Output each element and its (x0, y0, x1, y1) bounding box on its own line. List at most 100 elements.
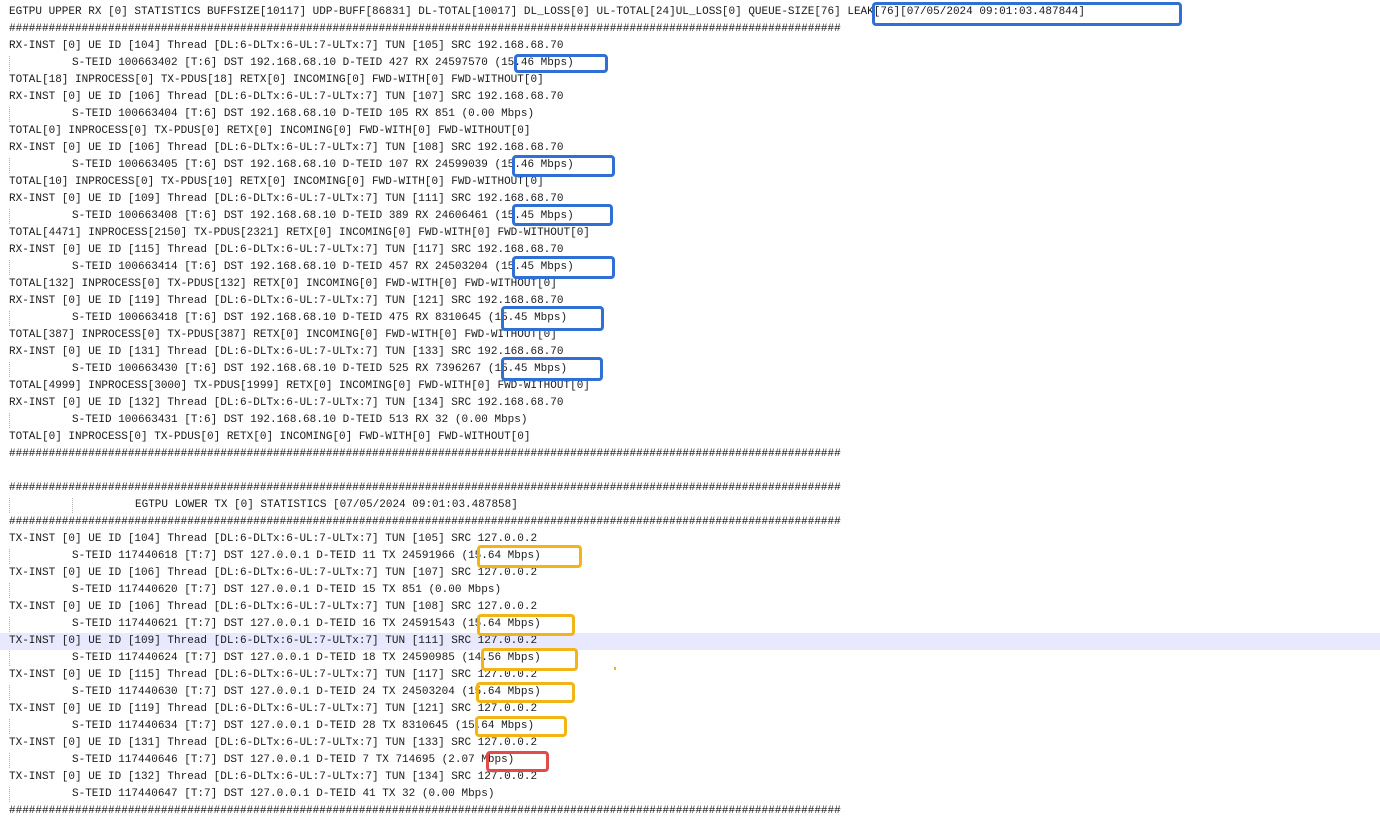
log-line-text: TX-INST [0] UE ID [132] Thread [DL:6-DLT… (9, 771, 538, 783)
log-line-text: TX-INST [0] UE ID [106] Thread [DL:6-DLT… (9, 567, 538, 579)
log-line-text: S-TEID 100663414 [T:6] DST 192.168.68.10… (72, 261, 574, 273)
log-line-s-teid: S-TEID 100663418 [T:6] DST 192.168.68.10… (0, 310, 1380, 327)
log-line-text: TOTAL[0] INPROCESS[0] TX-PDUS[0] RETX[0]… (9, 125, 531, 137)
log-line-total: TOTAL[132] INPROCESS[0] TX-PDUS[132] RET… (0, 276, 1380, 293)
highlight-box-leak (872, 2, 1182, 26)
highlight-box-rx-rate (512, 256, 615, 279)
log-line-text: TOTAL[4471] INPROCESS[2150] TX-PDUS[2321… (9, 227, 590, 239)
log-line-text: TOTAL[387] INPROCESS[0] TX-PDUS[387] RET… (9, 329, 557, 341)
log-line-text: EGTPU LOWER TX [0] STATISTICS [07/05/202… (135, 499, 518, 511)
log-line-separator: ########################################… (0, 514, 1380, 531)
log-line-text: S-TEID 117440624 [T:7] DST 127.0.0.1 D-T… (72, 652, 541, 664)
log-line-text: TOTAL[132] INPROCESS[0] TX-PDUS[132] RET… (9, 278, 557, 290)
log-line-s-teid: S-TEID 100663405 [T:6] DST 192.168.68.10… (0, 157, 1380, 174)
log-line-s-teid: S-TEID 100663430 [T:6] DST 192.168.68.10… (0, 361, 1380, 378)
log-line-rx-inst: RX-INST [0] UE ID [115] Thread [DL:6-DLT… (0, 242, 1380, 259)
highlight-box-tx-rate (477, 545, 582, 568)
log-line-total: TOTAL[18] INPROCESS[0] TX-PDUS[18] RETX[… (0, 72, 1380, 89)
log-line-text: S-TEID 117440620 [T:7] DST 127.0.0.1 D-T… (72, 584, 502, 596)
log-line-separator: ########################################… (0, 446, 1380, 463)
log-line-total: TOTAL[387] INPROCESS[0] TX-PDUS[387] RET… (0, 327, 1380, 344)
highlight-box-tx-rate (476, 682, 575, 703)
log-line-text: TX-INST [0] UE ID [104] Thread [DL:6-DLT… (9, 533, 538, 545)
log-line-lower-header: EGTPU LOWER TX [0] STATISTICS [07/05/202… (0, 497, 1380, 514)
log-line-text: RX-INST [0] UE ID [131] Thread [DL:6-DLT… (9, 346, 564, 358)
log-line-text: TX-INST [0] UE ID [119] Thread [DL:6-DLT… (9, 703, 538, 715)
highlight-box-low-tx-rate (486, 751, 549, 772)
log-line-text: RX-INST [0] UE ID [132] Thread [DL:6-DLT… (9, 397, 564, 409)
log-line-text: S-TEID 117440634 [T:7] DST 127.0.0.1 D-T… (72, 720, 535, 732)
log-line-text: RX-INST [0] UE ID [106] Thread [DL:6-DLT… (9, 142, 564, 154)
log-line-text: RX-INST [0] UE ID [109] Thread [DL:6-DLT… (9, 193, 564, 205)
log-line-text: S-TEID 117440621 [T:7] DST 127.0.0.1 D-T… (72, 618, 541, 630)
log-line-text: RX-INST [0] UE ID [104] Thread [DL:6-DLT… (9, 40, 564, 52)
log-line-tx-inst: TX-INST [0] UE ID [115] Thread [DL:6-DLT… (0, 667, 1380, 684)
log-line-s-teid: S-TEID 117440630 [T:7] DST 127.0.0.1 D-T… (0, 684, 1380, 701)
log-line-s-teid: S-TEID 117440621 [T:7] DST 127.0.0.1 D-T… (0, 616, 1380, 633)
log-line-rx-inst: RX-INST [0] UE ID [106] Thread [DL:6-DLT… (0, 89, 1380, 106)
log-line-text: RX-INST [0] UE ID [106] Thread [DL:6-DLT… (9, 91, 564, 103)
log-line-text: S-TEID 100663408 [T:6] DST 192.168.68.10… (72, 210, 574, 222)
log-line-text: TX-INST [0] UE ID [131] Thread [DL:6-DLT… (9, 737, 538, 749)
highlight-box-tx-rate (481, 648, 578, 671)
log-line-text: S-TEID 117440618 [T:7] DST 127.0.0.1 D-T… (72, 550, 541, 562)
log-line-rx-inst: RX-INST [0] UE ID [132] Thread [DL:6-DLT… (0, 395, 1380, 412)
log-line-total: TOTAL[0] INPROCESS[0] TX-PDUS[0] RETX[0]… (0, 429, 1380, 446)
log-line-total: TOTAL[10] INPROCESS[0] TX-PDUS[10] RETX[… (0, 174, 1380, 191)
log-line-rx-inst: RX-INST [0] UE ID [106] Thread [DL:6-DLT… (0, 140, 1380, 157)
log-line-text: ########################################… (9, 448, 841, 460)
log-line-text: S-TEID 117440647 [T:7] DST 127.0.0.1 D-T… (72, 788, 495, 800)
log-line-text: TOTAL[10] INPROCESS[0] TX-PDUS[10] RETX[… (9, 176, 544, 188)
highlight-box-rx-rate (512, 204, 613, 226)
log-line-text: TOTAL[18] INPROCESS[0] TX-PDUS[18] RETX[… (9, 74, 544, 86)
log-line-s-teid: S-TEID 100663408 [T:6] DST 192.168.68.10… (0, 208, 1380, 225)
log-line-tx-inst: TX-INST [0] UE ID [132] Thread [DL:6-DLT… (0, 769, 1380, 786)
log-line-rx-inst: RX-INST [0] UE ID [131] Thread [DL:6-DLT… (0, 344, 1380, 361)
log-line-total: TOTAL[4471] INPROCESS[2150] TX-PDUS[2321… (0, 225, 1380, 242)
log-line-text: ########################################… (9, 805, 841, 817)
highlight-box-rx-rate (514, 54, 608, 73)
log-line-s-teid: S-TEID 100663414 [T:6] DST 192.168.68.10… (0, 259, 1380, 276)
log-line-s-teid: S-TEID 117440620 [T:7] DST 127.0.0.1 D-T… (0, 582, 1380, 599)
log-line-s-teid: S-TEID 117440624 [T:7] DST 127.0.0.1 D-T… (0, 650, 1380, 667)
log-line-text: S-TEID 100663418 [T:6] DST 192.168.68.10… (72, 312, 568, 324)
log-line-blank (0, 463, 1380, 480)
log-line-rx-inst: RX-INST [0] UE ID [109] Thread [DL:6-DLT… (0, 191, 1380, 208)
log-line-rx-inst: RX-INST [0] UE ID [104] Thread [DL:6-DLT… (0, 38, 1380, 55)
log-line-text: TX-INST [0] UE ID [115] Thread [DL:6-DLT… (9, 669, 538, 681)
log-line-text: ########################################… (9, 23, 841, 35)
log-line-separator: ########################################… (0, 480, 1380, 497)
log-text-area[interactable]: EGTPU UPPER RX [0] STATISTICS BUFFSIZE[1… (0, 0, 1380, 819)
log-line-total: TOTAL[0] INPROCESS[0] TX-PDUS[0] RETX[0]… (0, 123, 1380, 140)
log-line-s-teid: S-TEID 117440647 [T:7] DST 127.0.0.1 D-T… (0, 786, 1380, 803)
log-line-tx-inst: TX-INST [0] UE ID [104] Thread [DL:6-DLT… (0, 531, 1380, 548)
log-line-text: S-TEID 100663431 [T:6] DST 192.168.68.10… (72, 414, 528, 426)
highlight-box-tx-rate (477, 614, 575, 636)
log-line-s-teid: S-TEID 100663431 [T:6] DST 192.168.68.10… (0, 412, 1380, 429)
log-line-tx-inst-current: TX-INST [0] UE ID [109] Thread [DL:6-DLT… (0, 633, 1380, 650)
log-line-text: ########################################… (9, 516, 841, 528)
log-line-s-teid: S-TEID 100663402 [T:6] DST 192.168.68.10… (0, 55, 1380, 72)
log-line-text: RX-INST [0] UE ID [119] Thread [DL:6-DLT… (9, 295, 564, 307)
log-line-tx-inst: TX-INST [0] UE ID [131] Thread [DL:6-DLT… (0, 735, 1380, 752)
highlight-box-tx-rate (475, 716, 567, 737)
highlight-box-rx-rate (512, 155, 615, 177)
log-line-total: TOTAL[4999] INPROCESS[3000] TX-PDUS[1999… (0, 378, 1380, 395)
log-line-text: S-TEID 100663405 [T:6] DST 192.168.68.10… (72, 159, 574, 171)
log-line-text: TX-INST [0] UE ID [109] Thread [DL:6-DLT… (9, 635, 538, 647)
log-line-text: S-TEID 100663402 [T:6] DST 192.168.68.10… (72, 57, 574, 69)
log-line-text: S-TEID 117440646 [T:7] DST 127.0.0.1 D-T… (72, 754, 515, 766)
log-line-text: ########################################… (9, 482, 841, 494)
log-line-s-teid: S-TEID 117440646 [T:7] DST 127.0.0.1 D-T… (0, 752, 1380, 769)
log-line-text: S-TEID 100663430 [T:6] DST 192.168.68.10… (72, 363, 568, 375)
log-line-tx-inst: TX-INST [0] UE ID [119] Thread [DL:6-DLT… (0, 701, 1380, 718)
log-line-text: RX-INST [0] UE ID [115] Thread [DL:6-DLT… (9, 244, 564, 256)
highlight-box-rx-rate (501, 306, 604, 331)
log-line-rx-inst: RX-INST [0] UE ID [119] Thread [DL:6-DLT… (0, 293, 1380, 310)
log-line-s-teid: S-TEID 100663404 [T:6] DST 192.168.68.10… (0, 106, 1380, 123)
log-line-text: TOTAL[0] INPROCESS[0] TX-PDUS[0] RETX[0]… (9, 431, 531, 443)
log-line-separator: ########################################… (0, 803, 1380, 819)
stray-mark (614, 667, 616, 670)
log-line-text: S-TEID 100663404 [T:6] DST 192.168.68.10… (72, 108, 535, 120)
log-line-s-teid: S-TEID 117440634 [T:7] DST 127.0.0.1 D-T… (0, 718, 1380, 735)
